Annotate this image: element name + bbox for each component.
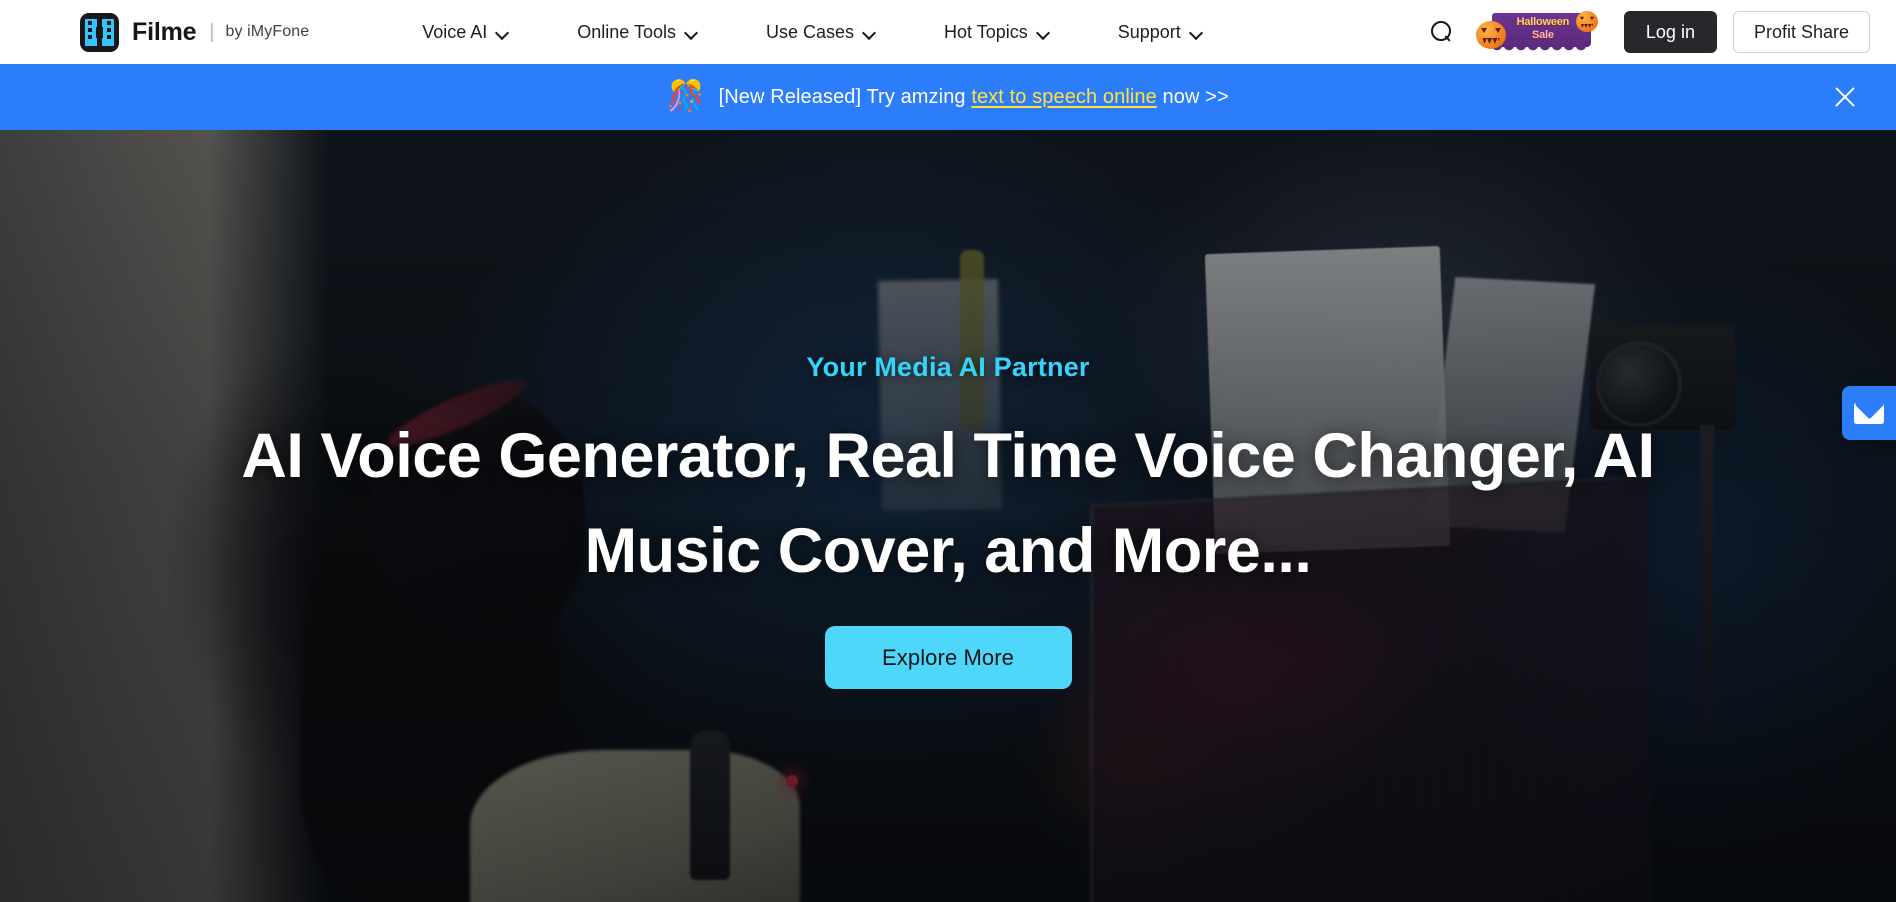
halloween-sale-badge[interactable]: Halloween Sale xyxy=(1475,9,1598,55)
nav-item-label: Use Cases xyxy=(766,21,855,42)
text-to-speech-link[interactable]: text to speech online xyxy=(971,86,1157,108)
nav-item-label: Voice AI xyxy=(422,21,488,42)
login-button[interactable]: Log in xyxy=(1623,11,1717,53)
announcement-banner: 🎊 [New Released] Try amzing text to spee… xyxy=(0,64,1896,130)
nav-item-online-tools[interactable]: Online Tools xyxy=(543,0,732,64)
search-icon xyxy=(1430,21,1453,43)
nav-item-support[interactable]: Support xyxy=(1084,0,1237,64)
film-strip-icon xyxy=(80,12,119,52)
pumpkin-icon xyxy=(1575,11,1598,32)
announcement-content: 🎊 [New Released] Try amzing text to spee… xyxy=(667,82,1229,112)
search-button[interactable] xyxy=(1420,10,1464,54)
nav-item-label: Online Tools xyxy=(577,21,676,42)
page-title: AI Voice Generator, Real Time Voice Chan… xyxy=(241,421,1655,586)
contact-mail-widget[interactable] xyxy=(1842,386,1896,440)
chevron-down-icon xyxy=(863,28,876,36)
logo[interactable]: Filme | by iMyFone xyxy=(80,0,309,64)
halloween-sale-text: Halloween Sale xyxy=(1502,16,1584,42)
main-navigation: Voice AI Online Tools Use Cases Hot Topi… xyxy=(388,0,1237,64)
halloween-line-2: Sale xyxy=(1531,29,1554,41)
announcement-text: [New Released] Try amzing text to speech… xyxy=(719,86,1229,109)
nav-item-use-cases[interactable]: Use Cases xyxy=(732,0,910,64)
halloween-line-1: Halloween xyxy=(1516,16,1570,28)
brand-byline: by iMyFone xyxy=(225,23,310,40)
confetti-icon: 🎊 xyxy=(667,80,705,113)
hero-section: Your Media AI Partner AI Voice Generator… xyxy=(0,130,1896,902)
nav-item-voice-ai[interactable]: Voice AI xyxy=(388,0,543,64)
announcement-suffix: now >> xyxy=(1156,85,1229,108)
profit-share-button[interactable]: Profit Share xyxy=(1732,11,1870,53)
chevron-down-icon xyxy=(496,28,509,36)
header-actions: Halloween Sale Log in Profit Share xyxy=(1420,0,1870,64)
explore-more-button[interactable]: Explore More xyxy=(824,626,1072,689)
site-header: Filme | by iMyFone Voice AI Online Tools… xyxy=(0,0,1896,64)
close-icon[interactable] xyxy=(1828,80,1862,114)
announcement-prefix: [New Released] Try amzing xyxy=(718,85,972,108)
pumpkin-icon xyxy=(1475,21,1506,49)
logo-divider: | xyxy=(209,20,215,43)
chevron-down-icon xyxy=(685,28,698,36)
chevron-down-icon xyxy=(1037,28,1050,36)
nav-item-label: Hot Topics xyxy=(944,21,1028,42)
envelope-icon xyxy=(1854,402,1884,424)
brand-name: Filme xyxy=(132,17,197,46)
nav-item-label: Support xyxy=(1117,21,1181,42)
chevron-down-icon xyxy=(1190,28,1203,36)
hero-content: Your Media AI Partner AI Voice Generator… xyxy=(0,130,1896,902)
nav-item-hot-topics[interactable]: Hot Topics xyxy=(910,0,1084,64)
hero-eyebrow: Your Media AI Partner xyxy=(806,352,1090,382)
